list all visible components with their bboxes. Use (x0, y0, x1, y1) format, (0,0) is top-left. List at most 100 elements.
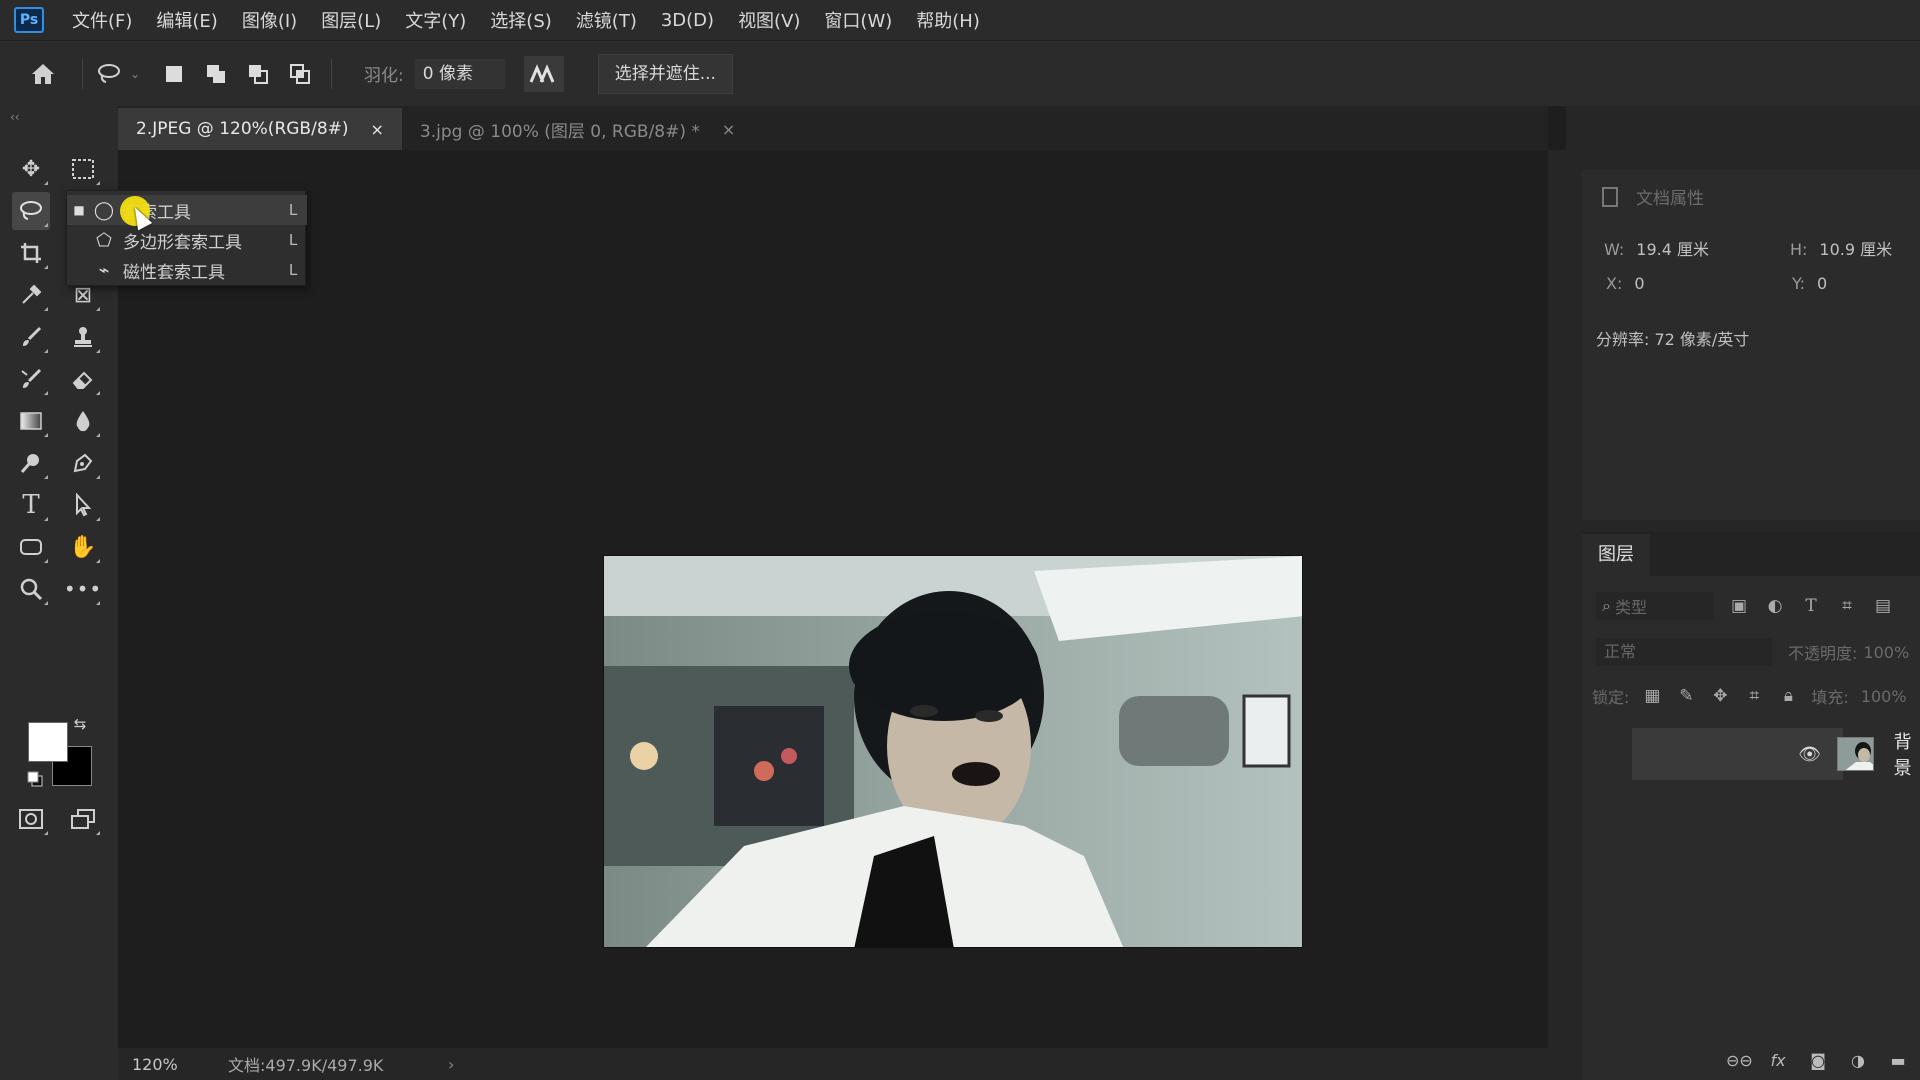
shape-tool-icon[interactable] (12, 528, 50, 566)
magnetic-lasso-icon: ⌁ (98, 259, 110, 281)
dodge-tool-icon[interactable] (12, 444, 50, 482)
layer-filter-search[interactable]: ⌕ 类型 (1596, 592, 1714, 620)
adjustment-filter-icon[interactable]: ◐ (1764, 595, 1786, 617)
visibility-eye-icon[interactable]: 👁︎ (1793, 744, 1827, 765)
menu-3d[interactable]: 3D(D) (661, 10, 714, 31)
menu-filter[interactable]: 滤镜(T) (576, 7, 637, 33)
menu-help[interactable]: 帮助(H) (916, 7, 980, 33)
vertical-scrollbar[interactable] (1548, 150, 1566, 1080)
menu-window[interactable]: 窗口(W) (824, 7, 892, 33)
layer-row[interactable]: 👁︎ 背景 (1582, 728, 1920, 780)
fill-value[interactable]: 100% (1861, 687, 1907, 706)
lock-artboard-icon[interactable]: ⌗ (1743, 686, 1765, 706)
document-size-info: 文档:497.9K/497.9K (228, 1056, 384, 1075)
x-field[interactable]: X: 0 (1606, 274, 1645, 293)
menu-type[interactable]: 文字(Y) (405, 7, 466, 33)
shortcut-key: L (288, 201, 298, 219)
type-filter-icon[interactable]: T (1800, 595, 1822, 617)
layers-footer: ⊖⊖ fx ◙ ◑ ▬ (1582, 1040, 1920, 1080)
chevron-right-icon[interactable]: › (448, 1055, 454, 1074)
anti-alias-icon[interactable] (523, 55, 564, 92)
gradient-tool-icon[interactable] (12, 402, 50, 440)
flyout-item-magnetic-lasso[interactable]: ⌁ 磁性套索工具 L (67, 255, 307, 285)
foreground-color-swatch[interactable] (28, 722, 68, 762)
search-icon: ⌕ (1602, 596, 1611, 615)
divider (82, 58, 83, 89)
canvas-area[interactable] (118, 150, 1548, 1048)
tab-document-3[interactable]: 3.jpg @ 100% (图层 0, RGB/8#) * × (402, 108, 753, 150)
feather-input[interactable]: 0 像素 (413, 57, 506, 90)
menu-image[interactable]: 图像(I) (242, 7, 297, 33)
path-selection-tool-icon[interactable] (64, 486, 102, 524)
menu-edit[interactable]: 编辑(E) (156, 7, 217, 33)
document-icon (1602, 186, 1618, 207)
height-field[interactable]: H: 10.9 厘米 (1790, 236, 1892, 260)
lock-transparent-icon[interactable]: ▦ (1641, 686, 1663, 706)
shortcut-key: L (288, 261, 298, 279)
x-label: X: (1606, 274, 1623, 293)
select-and-mask-button[interactable]: 选择并遮住... (597, 53, 733, 94)
quick-mask-icon[interactable] (12, 800, 50, 838)
add-to-selection-icon[interactable] (199, 57, 233, 91)
height-label: H: (1790, 240, 1808, 259)
link-icon[interactable]: ⊖⊖ (1726, 1051, 1753, 1070)
menu-select[interactable]: 选择(S) (490, 7, 551, 33)
menu-file[interactable]: 文件(F) (72, 7, 132, 33)
new-adjustment-layer-icon[interactable]: ◑ (1846, 1051, 1870, 1070)
hand-tool-icon[interactable]: ✋ (64, 528, 102, 566)
lock-all-icon[interactable]: 🔒︎ (1777, 686, 1799, 706)
more-tools-icon[interactable]: ••• (64, 570, 102, 608)
marquee-tool-icon[interactable] (64, 150, 102, 188)
swap-colors-icon[interactable]: ⇆ (70, 714, 90, 734)
photoshop-logo[interactable]: Ps (14, 7, 44, 33)
shape-filter-icon[interactable]: ⌗ (1836, 595, 1858, 617)
close-icon[interactable]: × (722, 120, 735, 139)
add-mask-icon[interactable]: ◙ (1806, 1051, 1830, 1070)
y-field[interactable]: Y: 0 (1792, 274, 1827, 293)
home-icon[interactable] (26, 57, 60, 91)
document-image[interactable] (603, 555, 1303, 948)
tab-layers[interactable]: 图层 (1582, 534, 1650, 576)
crop-tool-icon[interactable] (12, 234, 50, 272)
lasso-preset-icon[interactable] (93, 57, 127, 91)
pixel-filter-icon[interactable]: ▣ (1728, 595, 1750, 617)
tab-document-2[interactable]: 2.JPEG @ 120%(RGB/8#) × (118, 108, 402, 150)
lock-position-icon[interactable]: ✥ (1709, 686, 1731, 706)
move-tool-icon[interactable]: ✥ (12, 150, 50, 188)
default-colors-icon[interactable] (26, 770, 44, 788)
menu-view[interactable]: 视图(V) (738, 7, 800, 33)
subtract-from-selection-icon[interactable] (241, 57, 275, 91)
new-group-icon[interactable]: ▬ (1886, 1051, 1910, 1070)
eyedropper-tool-icon[interactable] (12, 276, 50, 314)
flyout-item-polygonal-lasso[interactable]: ⬠ 多边形套索工具 L (67, 225, 307, 255)
zoom-tool-icon[interactable] (12, 570, 50, 608)
panel-collapse-icon[interactable]: ‹‹ (10, 110, 20, 124)
width-field[interactable]: W: 19.4 厘米 (1604, 236, 1709, 260)
polygonal-lasso-icon: ⬠ (96, 229, 112, 251)
x-value: 0 (1634, 274, 1645, 293)
brush-tool-icon[interactable] (12, 318, 50, 356)
opacity-value[interactable]: 100% (1863, 643, 1909, 662)
lasso-tool-icon[interactable] (12, 192, 50, 230)
screen-mode-icon[interactable] (64, 800, 102, 838)
smart-object-filter-icon[interactable]: ▤ (1872, 595, 1894, 617)
lock-image-icon[interactable]: ✎ (1675, 686, 1697, 706)
history-brush-tool-icon[interactable] (12, 360, 50, 398)
chevron-down-icon[interactable]: ⌄ (127, 57, 143, 91)
height-value: 10.9 厘米 (1819, 240, 1893, 259)
zoom-level[interactable]: 120% (118, 1055, 210, 1074)
y-value: 0 (1817, 274, 1828, 293)
intersect-selection-icon[interactable] (283, 57, 317, 91)
menu-layer[interactable]: 图层(L) (321, 7, 381, 33)
type-tool-icon[interactable]: T (12, 486, 50, 524)
eraser-tool-icon[interactable] (64, 360, 102, 398)
blur-tool-icon[interactable] (64, 402, 102, 440)
fx-icon[interactable]: fx (1766, 1051, 1790, 1070)
flyout-item-lasso[interactable]: ■ ◯ 套索工具 L (67, 195, 307, 225)
pen-tool-icon[interactable] (64, 444, 102, 482)
close-icon[interactable]: × (371, 120, 384, 139)
layer-name[interactable]: 背景 (1894, 728, 1920, 780)
stamp-tool-icon[interactable] (64, 318, 102, 356)
blend-mode-select[interactable]: 正常 (1596, 638, 1772, 666)
new-selection-icon[interactable] (157, 57, 191, 91)
